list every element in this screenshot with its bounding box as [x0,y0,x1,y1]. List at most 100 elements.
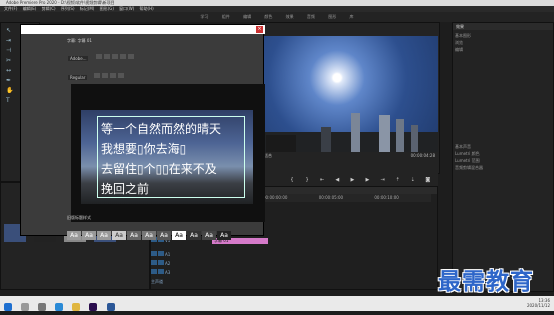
word-icon[interactable] [106,303,115,311]
italic-icon[interactable] [102,73,109,78]
start-icon[interactable] [4,303,12,311]
panel-item[interactable]: 基本声音 [455,143,551,150]
lift-icon[interactable]: ⇡ [394,176,402,184]
panel-tab[interactable]: 基本图形 [455,32,551,39]
ws-tab[interactable]: 音频 [307,14,315,19]
style-swatch[interactable]: Aa [202,231,216,240]
title-styles-list: Aa Aa Aa Aa Aa Aa Aa Aa Aa Aa Aa [67,222,263,240]
underline-icon[interactable] [110,73,117,78]
track-label: 主声道 [151,279,163,284]
ripple-edit-icon[interactable]: ⊣ [6,47,20,55]
track-label: A3 [165,270,171,275]
fit-dropdown[interactable]: 适合 [264,153,272,158]
track-label: A1 [165,252,171,257]
panel-tab[interactable]: 浏览 [455,39,551,46]
skyline-image [261,113,438,152]
menu-sequence[interactable]: 序列(S) [61,6,75,11]
title-text-line[interactable]: 去留住▯个▯▯在来不及 [101,160,217,177]
track-label: A2 [165,261,171,266]
ws-tab[interactable]: 颜色 [264,14,272,19]
clock-date: 2020/11/12 [526,303,550,308]
ws-tab[interactable]: 组件 [222,14,230,19]
dialog-tab[interactable]: 字幕: 字幕 01 [67,38,92,44]
ruler-tick: 00:00:05:00 [318,195,344,200]
font-dropdown[interactable]: Adobe... [68,56,89,61]
align-icon[interactable] [119,54,126,59]
track-header[interactable]: 主声道 [151,278,211,285]
menu-help[interactable]: 帮助(H) [140,6,154,11]
style-swatch[interactable]: Aa [157,231,171,240]
export-frame-icon[interactable]: ◙ [424,176,432,184]
align-icon[interactable] [103,54,110,59]
mark-in-icon[interactable]: { [288,176,296,184]
panel-item[interactable]: Lumetri 颜色 [455,150,551,157]
track-header[interactable]: A3 [151,269,211,276]
taskview-icon[interactable] [38,303,47,311]
ws-tab[interactable]: 编辑 [243,14,251,19]
explorer-icon[interactable] [72,303,81,311]
ruler-tick: 00:00:10:00 [374,195,399,200]
transport-controls: { } ⇤ ◀ ▶ ▶ ⇥ ⇡ ⇣ ◙ + [261,160,438,202]
ws-tab[interactable]: 库 [349,14,353,19]
ruler-tick: 00:00:00:00 [263,195,288,200]
menu-marker[interactable]: 标记(M) [80,6,95,11]
kerning-icon[interactable] [118,73,125,78]
style-swatch[interactable]: Aa [172,231,186,240]
window-title: Adobe Premiere Pro 2020 - D:\视频\软件\视频剪辑\… [6,0,115,5]
style-swatch[interactable]: Aa [142,231,156,240]
close-icon[interactable]: × [256,26,263,33]
hand-icon[interactable]: ✋ [6,87,20,95]
title-text-line[interactable]: 挽回之前 [101,180,149,197]
program-timecode-bar: 适合 00:00:04:28 [261,152,438,160]
ws-tab[interactable]: 图形 [328,14,336,19]
menu-file[interactable]: 文件(F) [4,6,17,11]
panel-item[interactable]: Lumetri 范围 [455,157,551,164]
title-text-line[interactable]: 我想要▯你去海▯ [101,140,186,157]
panel-item[interactable]: 音频剪辑混合器 [455,164,551,171]
timeline-ruler[interactable]: 00:00:00:00 00:00:05:00 00:00:10:00 [261,194,431,202]
style-swatch[interactable]: Aa [187,231,201,240]
style-dropdown[interactable]: Regular [68,75,88,80]
step-forward-icon[interactable]: ▶ [363,176,371,184]
track-select-icon[interactable]: ⇥ [6,37,20,45]
track-header[interactable]: A1 [151,251,211,258]
search-icon[interactable] [21,303,30,311]
title-toolbar: Adobe... Regular [67,45,257,83]
pen-icon[interactable]: ✒ [6,77,20,85]
edge-icon[interactable] [55,303,64,311]
razor-icon[interactable]: ✂ [6,57,20,65]
align-icon[interactable] [111,54,118,59]
title-preview-area[interactable]: 等一个自然而然的晴天 我想要▯你去海▯ 去留住▯个▯▯在来不及 挽回之前 [71,84,265,222]
align-icon[interactable] [127,54,134,59]
menu-clip[interactable]: 剪辑(C) [42,6,56,11]
slip-icon[interactable]: ↔ [6,67,20,75]
menu-graphics[interactable]: 图形(G) [100,6,114,11]
title-editor-dialog: × 字幕: 字幕 01 Adobe... Regular 等一个自然而然的晴天 … [20,24,265,240]
menu-window[interactable]: 窗口(W) [119,6,134,11]
go-to-in-icon[interactable]: ⇤ [318,176,326,184]
panel-tab[interactable]: 编辑 [455,46,551,53]
track-header[interactable]: A2 [151,260,211,267]
type-icon[interactable]: T [6,97,20,105]
mark-out-icon[interactable]: } [303,176,311,184]
style-swatch[interactable]: Aa [217,231,231,240]
style-swatch[interactable]: Aa [67,231,81,240]
style-swatch[interactable]: Aa [112,231,126,240]
title-text-line[interactable]: 等一个自然而然的晴天 [101,120,221,137]
selection-tool-icon[interactable]: ↖ [6,27,20,35]
taskbar: 13:36 2020/11/12 [0,296,554,311]
style-swatch[interactable]: Aa [127,231,141,240]
premiere-icon[interactable] [89,303,98,311]
bold-icon[interactable] [94,73,101,78]
clock[interactable]: 13:36 2020/11/12 [527,298,550,308]
menu-edit[interactable]: 编辑(E) [23,6,37,11]
ws-tab[interactable]: 学习 [201,14,209,19]
align-icon[interactable] [95,54,102,59]
style-swatch[interactable]: Aa [97,231,111,240]
go-to-out-icon[interactable]: ⇥ [379,176,387,184]
extract-icon[interactable]: ⇣ [409,176,417,184]
step-back-icon[interactable]: ◀ [333,176,341,184]
play-icon[interactable]: ▶ [348,176,356,184]
ws-tab[interactable]: 效果 [286,14,294,19]
style-swatch[interactable]: Aa [82,231,96,240]
